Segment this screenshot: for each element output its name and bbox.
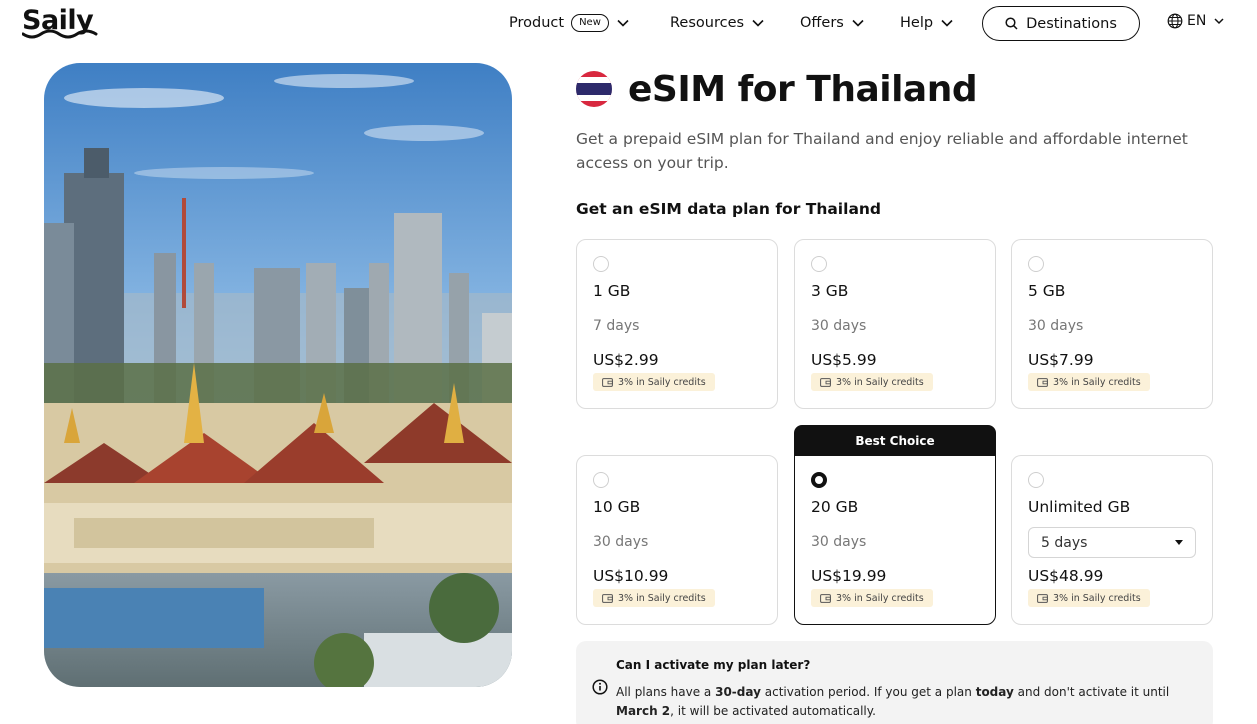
wallet-icon	[820, 377, 831, 387]
nav-help[interactable]: Help	[900, 12, 954, 34]
search-icon	[1005, 17, 1018, 30]
wallet-icon	[820, 593, 831, 603]
credits-badge: 3% in Saily credits	[811, 589, 933, 607]
plan-card-5gb[interactable]: 5 GB 30 days US$7.99 3% in Saily credits	[1011, 239, 1213, 409]
nav-offers[interactable]: Offers	[800, 12, 865, 34]
destinations-button[interactable]: Destinations	[982, 6, 1140, 41]
nav-resources[interactable]: Resources	[670, 12, 765, 34]
plan-radio[interactable]	[811, 256, 827, 272]
saily-logo[interactable]: Saily	[22, 5, 102, 41]
new-badge: New	[571, 14, 609, 32]
credits-badge: 3% in Saily credits	[1028, 373, 1150, 391]
nav-help-label: Help	[900, 15, 934, 31]
thailand-flag-icon	[576, 71, 612, 107]
plan-radio[interactable]	[593, 472, 609, 488]
info-icon	[592, 679, 608, 695]
wallet-icon	[1037, 377, 1048, 387]
credits-label: 3% in Saily credits	[836, 592, 924, 604]
credits-badge: 3% in Saily credits	[593, 589, 715, 607]
title-row: eSIM for Thailand	[576, 66, 978, 112]
plan-radio[interactable]	[593, 256, 609, 272]
plan-duration: 30 days	[811, 534, 867, 550]
info-text: activation period. If you get a plan	[760, 685, 976, 699]
info-answer: All plans have a 30-day activation perio…	[616, 683, 1176, 721]
info-text: All plans have a	[616, 685, 716, 699]
duration-select-value: 5 days	[1041, 534, 1088, 551]
wallet-icon	[1037, 593, 1048, 603]
credits-label: 3% in Saily credits	[1053, 376, 1141, 388]
logo-wave-icon	[22, 29, 98, 39]
best-choice-tag: Best Choice	[794, 425, 996, 457]
plan-card-10gb[interactable]: 10 GB 30 days US$10.99 3% in Saily credi…	[576, 455, 778, 625]
plan-duration: 30 days	[811, 318, 867, 334]
destinations-label: Destinations	[1026, 15, 1117, 32]
page-subtitle: Get a prepaid eSIM plan for Thailand and…	[576, 130, 1188, 172]
credits-label: 3% in Saily credits	[1053, 592, 1141, 604]
plan-card-unlimited[interactable]: Unlimited GB 5 days US$48.99 3% in Saily…	[1011, 455, 1213, 625]
plan-price: US$48.99	[1028, 567, 1104, 585]
hero-image	[44, 63, 512, 687]
site-header: Saily Product New Resources Offers Help …	[0, 0, 1257, 46]
credits-label: 3% in Saily credits	[836, 376, 924, 388]
credits-label: 3% in Saily credits	[618, 376, 706, 388]
wallet-icon	[602, 593, 613, 603]
activation-info-box: Can I activate my plan later? All plans …	[576, 641, 1213, 724]
language-selector[interactable]: EN	[1167, 13, 1226, 29]
plan-radio[interactable]	[1028, 256, 1044, 272]
nav-offers-label: Offers	[800, 15, 844, 31]
plan-price: US$10.99	[593, 567, 669, 585]
plan-card-20gb[interactable]: 20 GB 30 days US$19.99 3% in Saily credi…	[794, 455, 996, 625]
section-title: Get an eSIM data plan for Thailand	[576, 200, 882, 218]
plan-data: 3 GB	[811, 282, 849, 300]
plan-price: US$2.99	[593, 351, 659, 369]
globe-icon	[1167, 13, 1183, 29]
plan-data: 20 GB	[811, 498, 859, 516]
language-label: EN	[1187, 13, 1207, 29]
plan-price: US$19.99	[811, 567, 887, 585]
plan-duration: 7 days	[593, 318, 640, 334]
info-text: and don't activate it until	[1013, 685, 1170, 699]
credits-badge: 3% in Saily credits	[593, 373, 715, 391]
info-bold-today: today	[975, 685, 1014, 699]
chevron-down-icon	[617, 19, 629, 27]
info-text: , it will be activated automatically.	[670, 704, 876, 718]
plan-duration: 30 days	[593, 534, 649, 550]
plan-data: 5 GB	[1028, 282, 1066, 300]
nav-resources-label: Resources	[670, 15, 745, 31]
info-bold-date: March 2	[616, 704, 671, 718]
plan-price: US$5.99	[811, 351, 877, 369]
plan-price: US$7.99	[1028, 351, 1094, 369]
credits-badge: 3% in Saily credits	[811, 373, 933, 391]
plan-data: 1 GB	[593, 282, 631, 300]
plan-card-1gb[interactable]: 1 GB 7 days US$2.99 3% in Saily credits	[576, 239, 778, 409]
plan-radio-selected[interactable]	[811, 472, 827, 488]
plan-radio[interactable]	[1028, 472, 1044, 488]
duration-select[interactable]: 5 days	[1028, 527, 1196, 558]
page-title: eSIM for Thailand	[628, 68, 978, 110]
plan-card-3gb[interactable]: 3 GB 30 days US$5.99 3% in Saily credits	[794, 239, 996, 409]
info-question: Can I activate my plan later?	[616, 658, 811, 672]
chevron-down-icon	[941, 19, 953, 27]
caret-down-icon	[1175, 540, 1183, 545]
nav-product[interactable]: Product New	[509, 12, 630, 34]
wallet-icon	[602, 377, 613, 387]
nav-product-label: Product	[509, 15, 565, 31]
plan-duration: 30 days	[1028, 318, 1084, 334]
credits-badge: 3% in Saily credits	[1028, 589, 1150, 607]
plan-data: Unlimited GB	[1028, 498, 1131, 516]
chevron-down-icon	[752, 19, 764, 27]
plan-data: 10 GB	[593, 498, 641, 516]
credits-label: 3% in Saily credits	[618, 592, 706, 604]
info-bold-period: 30-day	[715, 685, 761, 699]
chevron-down-icon	[852, 19, 864, 27]
chevron-down-icon	[1214, 18, 1224, 25]
